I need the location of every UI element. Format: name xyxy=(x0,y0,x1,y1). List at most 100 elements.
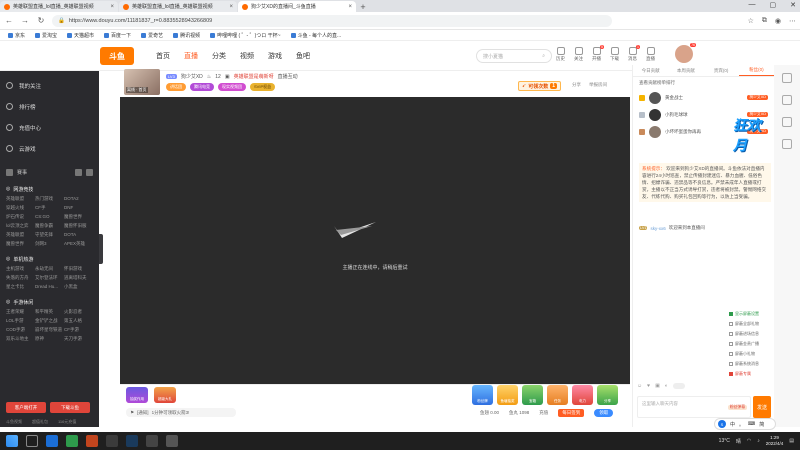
clock[interactable]: 1:29 2022/4/4 xyxy=(766,435,784,447)
chat-option[interactable]: 屏蔽系统消息 xyxy=(729,359,759,369)
checkbox[interactable] xyxy=(729,322,733,326)
rank-row[interactable]: 黄金战士 狗少艾XD xyxy=(633,89,774,106)
sidebar-link[interactable]: CS:GO xyxy=(35,214,64,220)
network-icon[interactable]: ◠ xyxy=(747,438,751,444)
badge-pill[interactable]: 腾讯电竞 xyxy=(190,83,214,91)
open-live-button[interactable]: 开播 5 xyxy=(592,45,604,62)
sidebar-item-cloud-game[interactable]: 云游戏 xyxy=(6,138,93,159)
share-button[interactable]: 分享 xyxy=(572,82,581,88)
sidebar-footer-link[interactable]: 116元充值 xyxy=(58,419,76,425)
tab-week[interactable]: 本周贡献 xyxy=(668,65,703,76)
sidebar-link[interactable]: 小黑盒 xyxy=(64,284,93,290)
promo-banner[interactable]: 狂欢月 xyxy=(733,115,769,155)
sidebar-link[interactable]: 守望先锋 xyxy=(35,232,64,238)
sidebar-link[interactable]: DOTA2 xyxy=(64,196,93,202)
user-avatar[interactable]: 76 xyxy=(675,43,696,63)
download-button[interactable]: 下载 xyxy=(610,47,619,62)
tab-vip[interactable]: 贵宾(0) xyxy=(704,65,739,76)
sidebar-link[interactable]: 魔兽怀旧服 xyxy=(64,223,93,229)
bookmark-item[interactable]: 哔哩哔哩 ( ゜- ゜)つロ 干杯~ xyxy=(210,32,281,39)
sidebar-link[interactable]: 双乐斗地主 xyxy=(6,336,35,342)
sidebar-link[interactable]: 主机游戏 xyxy=(6,266,35,272)
sidebar-link[interactable]: 英雄联盟 xyxy=(6,232,35,238)
sidebar-collapse-handle[interactable] xyxy=(99,234,103,264)
claim-button[interactable]: 领取 xyxy=(594,409,614,417)
app-icon[interactable] xyxy=(86,435,98,447)
sidebar-link[interactable]: 魔兽争霸 xyxy=(35,223,64,229)
windows-start-icon[interactable] xyxy=(6,435,18,447)
gift-icon[interactable] xyxy=(782,95,792,105)
app-icon[interactable] xyxy=(146,435,158,447)
minimize-icon[interactable]: — xyxy=(749,1,756,9)
bookmark-item[interactable]: 腾讯视频 xyxy=(173,32,200,39)
new-tab-button[interactable]: + xyxy=(357,1,369,12)
barrage-toggle[interactable] xyxy=(672,383,685,389)
sidebar-link[interactable]: 英雄联盟 xyxy=(6,196,35,202)
forward-icon[interactable]: → xyxy=(20,16,30,25)
bookmark-item[interactable]: 爱淘宝 xyxy=(35,32,57,39)
sidebar-link[interactable]: 魔兽世界 xyxy=(64,214,93,220)
checkbox[interactable] xyxy=(729,372,733,376)
tab-fans[interactable]: 粉丝(0) xyxy=(738,65,774,76)
sidebar-link[interactable]: 怀旧游戏 xyxy=(64,266,93,272)
sidebar-link[interactable]: Dread Hu... xyxy=(35,284,64,290)
tab-today[interactable]: 今日贡献 xyxy=(633,65,668,76)
bookmark-item[interactable]: 京东 xyxy=(8,32,25,39)
feedback-icon[interactable] xyxy=(782,139,792,149)
fan-icon[interactable]: ♥ xyxy=(647,383,650,389)
send-button[interactable]: 发送 xyxy=(753,396,771,418)
chat-input[interactable]: 这里输入聊天内容 粉丝弹幕 xyxy=(637,396,751,418)
room-link[interactable]: 英雄联盟是萌新呀 xyxy=(234,73,274,80)
sidebar-link[interactable]: 魔兽世界 xyxy=(6,241,35,247)
sidebar-link[interactable]: LOL手游 xyxy=(6,318,35,324)
sidebar-link[interactable]: DOTA xyxy=(64,232,93,238)
gift-item[interactable]: 分享 xyxy=(597,385,618,405)
chat-option[interactable]: 屏蔽进场信息 xyxy=(729,329,759,339)
grid-icon[interactable] xyxy=(86,168,93,176)
fan-barrage-button[interactable]: 粉丝弹幕 xyxy=(727,405,747,410)
close-icon[interactable]: × xyxy=(229,4,233,10)
sidebar-link[interactable]: 第五人格 xyxy=(64,318,93,324)
chat-option[interactable]: 屏蔽小礼物 xyxy=(729,349,759,359)
checkbox[interactable] xyxy=(729,312,733,316)
sidebar-item-rank[interactable]: 排行榜 xyxy=(6,96,93,117)
gift-item[interactable]: 抽奖作用 xyxy=(126,387,148,403)
steam-icon[interactable] xyxy=(126,435,138,447)
sidebar-link[interactable]: CF手游 xyxy=(64,327,93,333)
claim-reward-button[interactable]: ➹ 可领次数 1 xyxy=(518,81,561,91)
trophy-icon[interactable] xyxy=(6,168,13,176)
sidebar-link[interactable]: COD手游 xyxy=(6,327,35,333)
sidebar-link[interactable]: 原神 xyxy=(35,336,64,342)
badge-pill[interactable]: 讲话团 xyxy=(166,83,186,91)
sidebar-link[interactable]: 穿越火线 xyxy=(6,205,35,211)
chat-option[interactable]: 屏蔽金贵广播 xyxy=(729,339,759,349)
url-input[interactable]: 🔒 https://www.douyu.com/11181837_r=0.883… xyxy=(52,14,612,27)
bookmark-item[interactable]: 天猫超市 xyxy=(67,32,94,39)
app-icon[interactable] xyxy=(66,435,78,447)
gift-item[interactable]: 电力 xyxy=(572,385,593,405)
sidebar-link[interactable]: DNF xyxy=(64,205,93,211)
live-entry-button[interactable]: 直播 xyxy=(646,47,655,62)
refresh-icon[interactable]: ↻ xyxy=(36,16,46,25)
sidebar-link[interactable]: 崩坏星穹铁道 xyxy=(35,327,64,333)
sidebar-item-recharge[interactable]: 充值中心 xyxy=(6,117,93,138)
sidebar-link[interactable]: 天刀手游 xyxy=(64,336,93,342)
checkbox[interactable] xyxy=(729,352,733,356)
browser-tab[interactable]: 英雄联盟直播_lol直播_英雄联盟视频 × xyxy=(119,1,237,12)
edge-icon[interactable] xyxy=(46,435,58,447)
share-icon[interactable] xyxy=(782,73,792,83)
browser-tab-active[interactable]: 狗少艾XD的直播间_斗鱼直播 × xyxy=(238,1,356,12)
chat-option[interactable]: 屏蔽全部礼物 xyxy=(729,319,759,329)
color-icon[interactable]: ◐ xyxy=(665,383,668,389)
report-link[interactable]: 直播互动 xyxy=(278,73,298,80)
notification-icon[interactable]: ▤ xyxy=(789,438,794,444)
close-window-icon[interactable]: ✕ xyxy=(790,1,796,9)
sidebar-link[interactable]: 热门游戏 xyxy=(35,196,64,202)
keyboard-icon[interactable]: ⌨ xyxy=(748,421,755,427)
nav-category[interactable]: 分类 xyxy=(212,51,226,61)
sidebar-item-follow[interactable]: 我的关注 xyxy=(6,75,93,96)
back-icon[interactable]: ← xyxy=(4,16,14,25)
search-icon[interactable]: ⌕ xyxy=(542,53,545,59)
sidebar-link[interactable]: 逃离塔科夫 xyxy=(64,275,93,281)
sidebar-link[interactable]: lol云顶之弈 xyxy=(6,223,35,229)
